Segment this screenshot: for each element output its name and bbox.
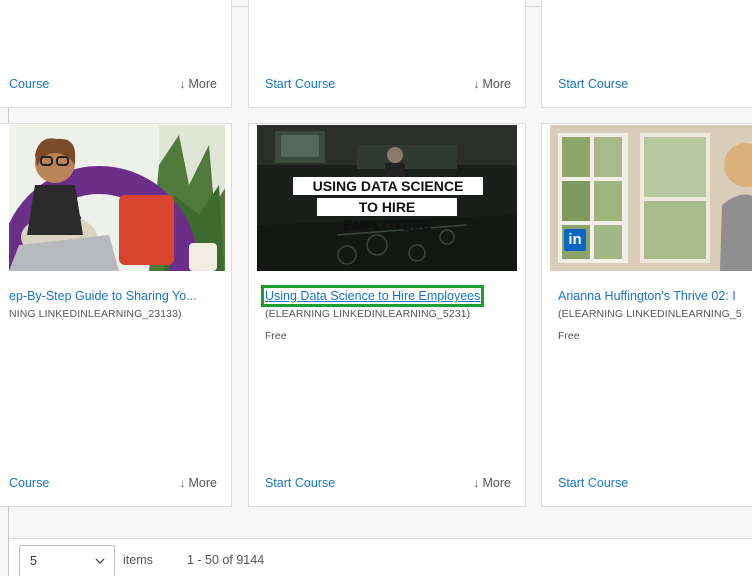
more-label: More — [188, 476, 217, 490]
start-course-link[interactable]: Start Course — [558, 476, 628, 490]
start-course-link[interactable]: Course — [9, 77, 49, 91]
course-title-link[interactable]: ep-By-Step Guide to Sharing Yo... — [9, 289, 197, 303]
arrow-down-icon: ↓ — [179, 77, 186, 91]
course-code: (ELEARNING LINKEDINLEARNING_5231) — [265, 308, 471, 320]
course-title-link[interactable]: Using Data Science to Hire Employees — [260, 285, 485, 307]
arrow-down-icon: ↓ — [473, 476, 480, 490]
start-course-link[interactable]: Start Course — [265, 476, 335, 490]
start-course-link[interactable]: Course — [9, 476, 49, 490]
course-card-top-2: Start Course ↓ More — [248, 0, 526, 108]
start-course-link[interactable]: Start Course — [265, 77, 335, 91]
course-price: Free — [558, 330, 580, 342]
page-size-select[interactable]: 5 — [19, 545, 115, 576]
arrow-down-icon: ↓ — [473, 77, 480, 91]
course-card: USING DATA SCIENCE TO HIRE EMPLOYEES Usi… — [248, 123, 526, 507]
course-card-top-3: Start Course — [541, 0, 752, 108]
course-code: (ELEARNING LINKEDINLEARNING_5 — [558, 308, 742, 320]
arrow-down-icon: ↓ — [179, 476, 186, 490]
more-button[interactable]: ↓ More — [474, 77, 511, 91]
more-button[interactable]: ↓ More — [180, 476, 217, 490]
course-card: ep-By-Step Guide to Sharing Yo... NING L… — [0, 123, 232, 507]
woman-laptop-image — [9, 125, 225, 271]
course-code: NING LINKEDINLEARNING_23133) — [9, 308, 182, 320]
linkedin-icon: in — [564, 229, 586, 251]
more-label: More — [188, 77, 217, 91]
pagination-range: 1 - 50 of 9144 — [187, 553, 265, 567]
page-size-value: 5 — [30, 554, 37, 568]
course-thumbnail[interactable]: in — [550, 125, 752, 271]
thumbnail-caption: TO HIRE EMPLOYEES — [343, 199, 431, 233]
course-catalog-viewport: Course ↓ More Start Course ↓ More Start Co… — [0, 0, 752, 576]
more-button[interactable]: ↓ More — [474, 476, 511, 490]
start-course-link[interactable]: Start Course — [558, 77, 628, 91]
course-price: Free — [265, 330, 287, 342]
more-label: More — [482, 77, 511, 91]
thumbnail-caption: USING DATA SCIENCE — [312, 178, 464, 194]
course-card-top-1: Course ↓ More — [0, 0, 232, 108]
more-label: More — [482, 476, 511, 490]
more-button[interactable]: ↓ More — [180, 77, 217, 91]
course-thumbnail[interactable] — [9, 125, 225, 271]
course-card: in Arianna Huffington's Thrive 02: I (EL… — [541, 123, 752, 507]
course-title-link[interactable]: Arianna Huffington's Thrive 02: I — [558, 289, 736, 303]
items-label: items — [123, 553, 153, 567]
course-thumbnail[interactable]: USING DATA SCIENCE TO HIRE EMPLOYEES — [257, 125, 517, 271]
pagination-bar: 5 items 1 - 50 of 9144 — [9, 538, 752, 576]
chevron-down-icon — [95, 558, 105, 564]
